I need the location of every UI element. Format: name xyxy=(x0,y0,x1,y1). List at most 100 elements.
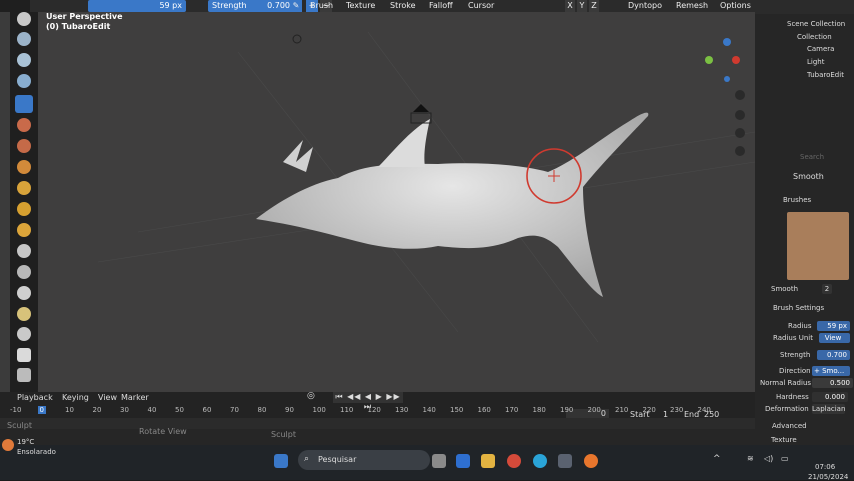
radius-field[interactable]: 59 px xyxy=(88,0,186,12)
remesh-menu[interactable]: Remesh xyxy=(676,0,708,12)
dyntopo-toggle[interactable]: Dyntopo xyxy=(628,0,662,12)
zoom-icon[interactable] xyxy=(735,90,745,100)
file-explorer-icon[interactable] xyxy=(481,454,495,468)
chrome-icon[interactable] xyxy=(507,454,521,468)
grab-brush-icon[interactable] xyxy=(17,244,31,258)
layer-brush-icon[interactable] xyxy=(17,118,31,132)
task-view-icon[interactable] xyxy=(432,454,446,468)
timeline-tick-label: 130 xyxy=(395,406,409,414)
gizmo-y-axis[interactable] xyxy=(705,56,713,64)
timeline-track[interactable] xyxy=(0,418,755,429)
axis-y[interactable]: Y xyxy=(577,0,587,12)
snake-hook-icon[interactable] xyxy=(17,265,31,279)
menu-texture[interactable]: Texture xyxy=(346,0,375,12)
strength-label-panel: Strength xyxy=(780,351,811,359)
hardness-field[interactable]: 0.000 xyxy=(812,392,848,402)
radius-label: Radius xyxy=(788,322,812,330)
weather-desc[interactable]: Ensolarado xyxy=(17,448,56,456)
weather-icon[interactable] xyxy=(2,439,14,451)
start-icon[interactable] xyxy=(274,454,288,468)
pan-icon[interactable] xyxy=(735,110,745,120)
outliner-item-tubaroedit[interactable]: TubaroEdit xyxy=(807,71,844,79)
search-box[interactable]: ⌕ Pesquisar xyxy=(298,450,430,470)
timeline-menu-view[interactable]: View xyxy=(98,393,117,402)
timeline-tick-label: 70 xyxy=(230,406,239,414)
axis-x[interactable]: X xyxy=(565,0,575,12)
radius-field-panel[interactable]: 59 px xyxy=(817,321,850,331)
fill-brush-icon[interactable] xyxy=(17,223,31,237)
clock-time[interactable]: 07:06 xyxy=(815,463,835,471)
brush-settings-header[interactable]: Brush Settings xyxy=(773,304,824,312)
scene-collection-label[interactable]: Scene Collection xyxy=(787,20,845,28)
flatten-brush-icon[interactable] xyxy=(17,202,31,216)
battery-icon[interactable]: ▭ xyxy=(781,454,789,463)
thumb-brush-icon[interactable] xyxy=(17,286,31,300)
shark-dorsal-fin xyxy=(378,119,430,167)
outliner-item-light[interactable]: Light xyxy=(807,58,824,66)
edge-icon[interactable] xyxy=(533,454,547,468)
outliner-item-camera[interactable]: Camera xyxy=(807,45,834,53)
weather-temp[interactable]: 19°C xyxy=(17,438,34,446)
strength-field[interactable]: Strength 0.700 xyxy=(208,0,294,12)
timeline-menu-keying[interactable]: Keying xyxy=(62,393,89,402)
direction-field[interactable]: + Smo... xyxy=(812,366,850,376)
direction-label: Direction xyxy=(779,367,811,375)
blob-brush-icon[interactable] xyxy=(17,160,31,174)
pose-brush-icon[interactable] xyxy=(17,307,31,321)
options-menu[interactable]: Options xyxy=(720,0,751,12)
brush-name[interactable]: Smooth xyxy=(793,172,824,181)
collection-label[interactable]: Collection xyxy=(797,33,832,41)
clay-strips-icon[interactable] xyxy=(17,74,31,88)
gizmo-neg-z[interactable] xyxy=(724,76,730,82)
transform-icon[interactable] xyxy=(17,368,31,382)
record-icon[interactable]: ◎ xyxy=(307,391,315,401)
shark-body xyxy=(256,112,649,297)
volume-icon[interactable]: ◁) xyxy=(764,454,773,463)
camera-view-icon[interactable] xyxy=(735,128,745,138)
light-object-icon[interactable] xyxy=(292,34,302,44)
clay-brush-icon[interactable] xyxy=(17,53,31,67)
texture-panel[interactable]: Texture xyxy=(771,436,797,444)
playback-controls[interactable]: ⏮ ◀◀ ◀ ▶ ▶▶ ⏭ xyxy=(333,392,403,411)
timeline-menu-marker[interactable]: Marker xyxy=(121,393,149,402)
camera-object-icon[interactable] xyxy=(413,104,429,112)
gizmo-x-axis[interactable] xyxy=(732,56,740,64)
wifi-icon[interactable]: ≋ xyxy=(747,454,754,463)
gizmo-z-axis[interactable] xyxy=(723,38,731,46)
menu-brush[interactable]: Brush xyxy=(310,0,333,12)
crease-brush-icon[interactable] xyxy=(17,181,31,195)
deformation-field[interactable]: Laplacian xyxy=(812,404,845,414)
radius-unit-field[interactable]: View xyxy=(819,333,850,343)
properties-search[interactable]: Search xyxy=(800,153,824,161)
advanced-panel[interactable]: Advanced xyxy=(772,422,807,430)
menu-stroke[interactable]: Stroke xyxy=(390,0,416,12)
widgets-icon[interactable] xyxy=(456,454,470,468)
strength-field-panel[interactable]: 0.700 xyxy=(817,350,850,360)
pen-pressure-icon[interactable]: ✎ xyxy=(290,0,302,12)
smooth-brush-icon-active[interactable] xyxy=(15,95,33,113)
tray-chevron-icon[interactable]: ^ xyxy=(713,454,721,464)
store-icon[interactable] xyxy=(558,454,572,468)
timeline-ruler[interactable]: -10 0 10 20 30 40 50 60 70 80 90 100 110 120 130 140 150… xyxy=(0,406,711,416)
box-mask-icon[interactable] xyxy=(17,348,31,362)
brush-thumbnail-label: Smooth xyxy=(771,285,799,293)
inflate-brush-icon[interactable] xyxy=(17,139,31,153)
menu-falloff[interactable]: Falloff xyxy=(429,0,453,12)
brush-user-count[interactable]: 2 xyxy=(822,284,832,294)
normal-radius-field[interactable]: 0.500 xyxy=(812,378,853,388)
hardness-label: Hardness xyxy=(776,393,809,401)
3d-viewport[interactable]: User Perspective (0) TubaroEdit xyxy=(38,12,755,392)
timeline-menu-playback[interactable]: Playback xyxy=(17,393,53,402)
shark-mesh[interactable] xyxy=(38,12,755,392)
timeline-tick-label: 110 xyxy=(340,406,354,414)
status-sculpt-2: Sculpt xyxy=(271,430,296,439)
menu-cursor[interactable]: Cursor xyxy=(468,0,494,12)
axis-z[interactable]: Z xyxy=(589,0,599,12)
brush-thumbnail[interactable] xyxy=(787,212,849,280)
draw-brush-icon[interactable] xyxy=(17,12,31,26)
mask-brush-icon[interactable] xyxy=(17,327,31,341)
brushes-header[interactable]: Brushes xyxy=(783,196,811,204)
ortho-toggle-icon[interactable] xyxy=(735,146,745,156)
blender-icon[interactable] xyxy=(584,454,598,468)
draw-sharp-brush-icon[interactable] xyxy=(17,32,31,46)
